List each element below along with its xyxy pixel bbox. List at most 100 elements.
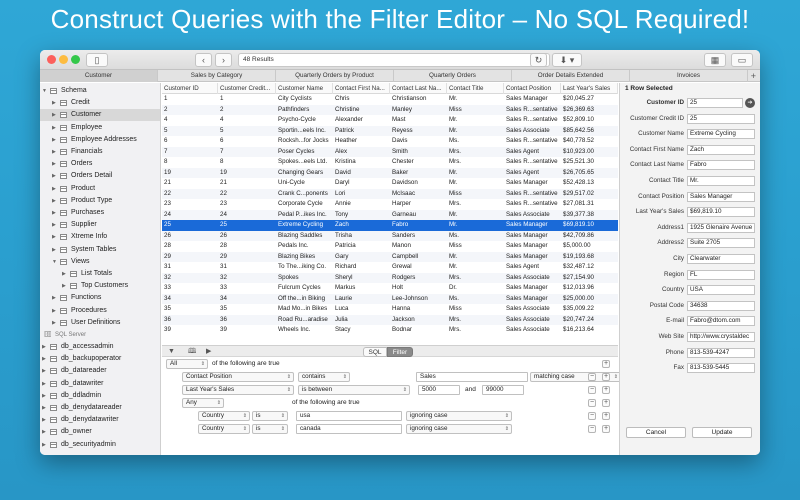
remove-rule-button[interactable]: − bbox=[588, 373, 596, 381]
table-row[interactable]: 8 8 Spokes...eels Ltd. Kristina Chester Mrs. S… bbox=[162, 157, 618, 168]
table-row[interactable]: 36 36 Road Ru...aradise Julia Jackson Mrs. Sal… bbox=[162, 314, 618, 325]
disclosure-open-icon[interactable]: ▼ bbox=[52, 256, 57, 268]
disclosure-closed-icon[interactable]: ▶ bbox=[42, 426, 46, 438]
sidebar-group-schema[interactable]: ▼ Schema bbox=[40, 85, 160, 97]
disclosure-closed-icon[interactable]: ▶ bbox=[42, 402, 46, 414]
detail-field-input[interactable]: Zach bbox=[687, 144, 755, 155]
rule2-field-select[interactable]: Last Year's Sales ⇕ bbox=[182, 385, 294, 395]
sidebar-item-functions[interactable]: ▶ Functions bbox=[40, 292, 160, 304]
sidebar-item-product[interactable]: ▶ Product bbox=[40, 183, 160, 195]
remove-rule-button[interactable]: − bbox=[588, 399, 596, 407]
back-button[interactable]: ‹ bbox=[195, 53, 212, 67]
disclosure-closed-icon[interactable]: ▶ bbox=[52, 122, 56, 134]
forward-button[interactable]: › bbox=[215, 53, 232, 67]
table-row[interactable]: 26 26 Blazing Saddles Trisha Sanders Ms. Sales… bbox=[162, 230, 618, 241]
table-row[interactable]: 23 23 Corporate Cycle Annie Harper Mrs. Sales … bbox=[162, 199, 618, 210]
rule2-min-input[interactable]: 5000 bbox=[418, 385, 460, 395]
remove-rule-button[interactable]: − bbox=[588, 386, 596, 394]
disclosure-closed-icon[interactable]: ▶ bbox=[52, 317, 56, 329]
sidebar-item-xtreme-info[interactable]: ▶ Xtreme Info bbox=[40, 231, 160, 243]
disclosure-closed-icon[interactable]: ▶ bbox=[42, 414, 46, 426]
update-button[interactable]: Update bbox=[692, 427, 752, 438]
close-window-button[interactable] bbox=[47, 55, 56, 64]
column-header[interactable]: Contact First Na... bbox=[333, 83, 390, 94]
disclosure-closed-icon[interactable]: ▶ bbox=[52, 292, 56, 304]
sidebar-item-procedures[interactable]: ▶ Procedures bbox=[40, 305, 160, 317]
disclosure-closed-icon[interactable]: ▶ bbox=[52, 170, 56, 182]
detail-field-input[interactable]: Extreme Cycling bbox=[687, 129, 755, 140]
disclosure-closed-icon[interactable]: ▶ bbox=[62, 268, 66, 280]
rule4-value-input[interactable]: canada bbox=[296, 424, 402, 434]
sidebar-role-db-ddladmin[interactable]: ▶ db_ddladmin bbox=[40, 390, 160, 402]
table-row[interactable]: 33 33 Fulcrum Cycles Markus Holt Dr. Sales Man… bbox=[162, 283, 618, 294]
disclosure-closed-icon[interactable]: ▶ bbox=[52, 244, 56, 256]
table-row[interactable]: 39 39 Wheels Inc. Stacy Bodnar Mrs. Sales Asso… bbox=[162, 325, 618, 336]
rule3-value-input[interactable]: usa bbox=[296, 411, 402, 421]
sidebar-item-customer[interactable]: ▶ Customer bbox=[40, 109, 160, 122]
rule3-operator-select[interactable]: is ⇕ bbox=[252, 411, 288, 421]
detail-pane-toggle-button[interactable]: ▭ bbox=[731, 53, 753, 67]
table-row[interactable]: 21 21 Uni-Cycle Daryl Davidson Mr. Sales Manag… bbox=[162, 178, 618, 189]
rule4-operator-select[interactable]: is ⇕ bbox=[252, 424, 288, 434]
grid-view-button[interactable]: ▦ bbox=[704, 53, 726, 67]
sidebar-toggle-button[interactable]: ▯ bbox=[86, 53, 108, 67]
disclosure-closed-icon[interactable]: ▶ bbox=[52, 207, 56, 219]
sidebar-item-credit[interactable]: ▶ Credit bbox=[40, 97, 160, 109]
tab-quarterly-orders[interactable]: Quarterly Orders bbox=[394, 70, 512, 82]
disclosure-closed-icon[interactable]: ▶ bbox=[42, 353, 46, 365]
add-tab-button[interactable]: + bbox=[751, 70, 756, 82]
table-row[interactable]: 32 32 Spokes Sheryl Rodgers Mrs. Sales Associa… bbox=[162, 272, 618, 283]
sidebar-role-db-datawriter[interactable]: ▶ db_datawriter bbox=[40, 378, 160, 390]
disclosure-closed-icon[interactable]: ▶ bbox=[52, 146, 56, 158]
detail-field-input[interactable]: 25 bbox=[687, 98, 743, 108]
column-header[interactable]: Contact Title bbox=[447, 83, 504, 94]
sidebar-role-db-securityadmin[interactable]: ▶ db_securityadmin bbox=[40, 439, 160, 451]
table-row[interactable]: 24 24 Pedal P...ikes Inc. Tony Garneau Mr. Sal… bbox=[162, 209, 618, 220]
rule4-option-select[interactable]: ignoring case ⇕ bbox=[406, 424, 512, 434]
sidebar-role-db-backupoperator[interactable]: ▶ db_backupoperator bbox=[40, 353, 160, 365]
refresh-button[interactable]: ↻ bbox=[530, 53, 547, 67]
disclosure-closed-icon[interactable]: ▶ bbox=[52, 97, 56, 109]
action-menu-button[interactable]: ⬇ ▾ bbox=[552, 53, 582, 67]
detail-field-input[interactable]: 813-539-4247 bbox=[687, 347, 755, 358]
rule1-field-select[interactable]: Contact Position ⇕ bbox=[182, 372, 294, 382]
table-row[interactable]: 4 4 Psycho-Cycle Alexander Mast Mr. Sales R...… bbox=[162, 115, 618, 126]
disclosure-closed-icon[interactable]: ▶ bbox=[42, 390, 46, 402]
rule1-value-input[interactable]: Sales bbox=[416, 372, 528, 382]
add-rule-button[interactable]: + bbox=[602, 425, 610, 433]
disclosure-closed-icon[interactable]: ▶ bbox=[52, 134, 56, 146]
disclosure-closed-icon[interactable]: ▶ bbox=[42, 439, 46, 451]
table-row[interactable]: 19 19 Changing Gears David Baker Mr. Sales Age… bbox=[162, 167, 618, 178]
sidebar-item-orders[interactable]: ▶ Orders bbox=[40, 158, 160, 170]
disclosure-closed-icon[interactable]: ▶ bbox=[52, 305, 56, 317]
detail-field-input[interactable]: Fabro@dtom.com bbox=[687, 316, 755, 327]
sidebar-item-supplier[interactable]: ▶ Supplier bbox=[40, 219, 160, 231]
root-quantifier-select[interactable]: All ⇕ bbox=[166, 359, 208, 369]
table-row[interactable]: 5 5 Sportin...eels Inc. Patrick Reyess Mr. Sal… bbox=[162, 125, 618, 136]
detail-field-input[interactable]: 25 bbox=[687, 113, 755, 124]
sidebar-item-user-definitions[interactable]: ▶ User Definitions bbox=[40, 317, 160, 329]
sidebar-item-employee-addresses[interactable]: ▶ Employee Addresses bbox=[40, 134, 160, 146]
sidebar-view-list-totals[interactable]: ▶ List Totals bbox=[40, 268, 160, 280]
add-rule-button[interactable]: + bbox=[602, 373, 610, 381]
sidebar-role-db-denydatawriter[interactable]: ▶ db_denydatawriter bbox=[40, 414, 160, 426]
table-row[interactable]: 6 6 Rocksh...for Jocks Heather Davis Ms. Sales… bbox=[162, 136, 618, 147]
remove-rule-button[interactable]: − bbox=[588, 412, 596, 420]
detail-field-input[interactable]: 34638 bbox=[687, 300, 755, 311]
tab-sales-by-category[interactable]: Sales by Category bbox=[158, 70, 276, 82]
detail-field-input[interactable]: Mr. bbox=[687, 176, 755, 186]
table-row[interactable]: 2 2 Pathfinders Christine Manley Miss Sales R.… bbox=[162, 104, 618, 115]
tab-customer[interactable]: Customer bbox=[40, 70, 158, 82]
group-quantifier-select[interactable]: Any ⇕ bbox=[182, 398, 224, 408]
detail-field-input[interactable]: http://www.crystaldec bbox=[687, 332, 755, 342]
sidebar-item-product-type[interactable]: ▶ Product Type bbox=[40, 195, 160, 207]
add-rule-button[interactable]: + bbox=[602, 412, 610, 420]
disclosure-closed-icon[interactable]: ▶ bbox=[42, 365, 46, 377]
disclosure-open-icon[interactable]: ▼ bbox=[42, 85, 47, 97]
sql-mode-button[interactable]: SQL bbox=[363, 347, 387, 357]
detail-field-input[interactable]: USA bbox=[687, 285, 755, 296]
filter-mode-button[interactable]: Filter bbox=[387, 347, 413, 357]
rule3-field-select[interactable]: Country ⇕ bbox=[198, 411, 250, 421]
sidebar-role-db-denydatareader[interactable]: ▶ db_denydatareader bbox=[40, 402, 160, 414]
sidebar-item-purchases[interactable]: ▶ Purchases bbox=[40, 207, 160, 219]
